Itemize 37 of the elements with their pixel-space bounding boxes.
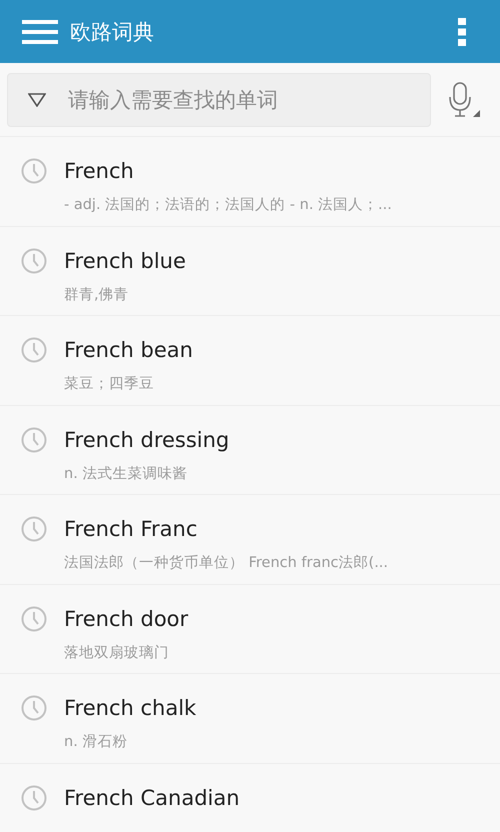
history-item[interactable]: French bean 菜豆；四季豆 <box>0 316 500 406</box>
history-item[interactable]: French dressing n. 法式生菜调味酱 <box>0 406 500 495</box>
clock-icon <box>21 426 47 452</box>
dropdown-triangle-icon[interactable] <box>28 92 46 106</box>
microphone-icon[interactable] <box>447 82 481 118</box>
word-text: French door <box>64 606 188 632</box>
app-title: 欧路词典 <box>70 18 155 46</box>
word-text: French dressing <box>64 426 230 452</box>
menu-icon[interactable] <box>22 20 58 44</box>
more-options-icon[interactable] <box>458 18 466 46</box>
word-text: French Franc <box>64 516 198 542</box>
word-text: French <box>64 158 135 184</box>
clock-icon <box>21 784 47 810</box>
definition-text: 法国法郎（一种货币单位） French franc法郎(... <box>64 554 388 572</box>
definition-text: n. 法式生菜调味酱 <box>64 464 188 482</box>
clock-icon <box>21 337 47 363</box>
definition-text: n. 滑石粉 <box>64 733 128 751</box>
clock-icon <box>21 248 47 274</box>
history-item[interactable]: French Canadian <box>0 764 500 832</box>
definition-text: 菜豆；四季豆 <box>64 375 155 393</box>
word-text: French chalk <box>64 695 196 721</box>
definition-text: - adj. 法国的；法语的；法国人的 - n. 法国人；... <box>64 196 392 214</box>
search-field[interactable]: 请输入需要查找的单词 <box>7 72 431 126</box>
clock-icon <box>21 695 47 721</box>
history-item[interactable]: French Franc 法国法郎（一种货币单位） French franc法郎(... <box>0 495 500 584</box>
word-text: French bean <box>64 337 193 363</box>
clock-icon <box>21 516 47 542</box>
clock-icon <box>21 158 47 184</box>
history-item[interactable]: French chalk n. 滑石粉 <box>0 674 500 764</box>
definition-text: 群青,佛青 <box>64 286 130 304</box>
history-item[interactable]: French - adj. 法国的；法语的；法国人的 - n. 法国人；... <box>0 137 500 226</box>
word-text: French blue <box>64 248 186 274</box>
definition-text: 落地双扇玻璃门 <box>64 644 170 662</box>
history-item[interactable]: French blue 群青,佛青 <box>0 226 500 316</box>
clock-icon <box>21 606 47 632</box>
history-item[interactable]: French door 落地双扇玻璃门 <box>0 584 500 674</box>
word-text: French Canadian <box>64 784 240 810</box>
